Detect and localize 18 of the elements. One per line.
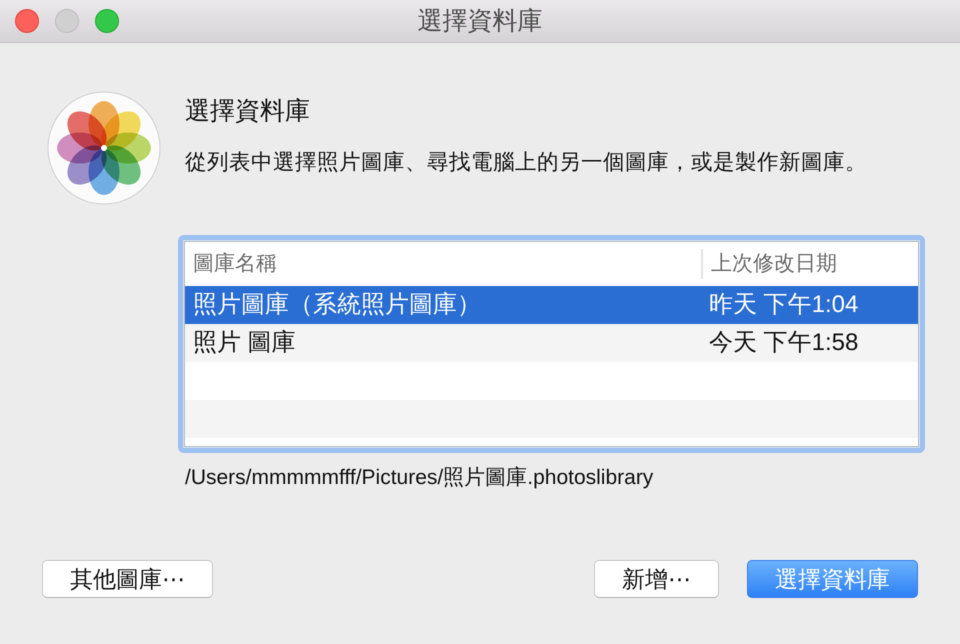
- description-text: 從列表中選擇照片圖庫、尋找電腦上的另一個圖庫，或是製作新圖庫。: [185, 149, 868, 176]
- dialog-heading: 選擇資料庫: [185, 96, 311, 127]
- zoom-button[interactable]: [95, 9, 119, 33]
- date-cell-text: 昨天 下午1:04: [708, 290, 860, 320]
- close-button[interactable]: [15, 9, 39, 33]
- column-header[interactable]: 上次修改日期: [701, 249, 918, 279]
- table-row[interactable]: 照片圖庫（系統照片圖庫） 昨天 下午1:04: [185, 286, 918, 324]
- name-cell-text: 照片 圖庫: [192, 328, 297, 358]
- name-cell-text: 照片圖庫（系統照片圖庫）: [192, 290, 482, 320]
- dialog-button[interactable]: 新增⋯: [594, 560, 719, 598]
- date-cell-text: 今天 下午1:58: [708, 328, 860, 358]
- path-label: /Users/mmmmmfff/Pictures/照片圖庫.photoslibrary: [185, 465, 654, 491]
- library-table[interactable]: 圖庫名稱 上次修改日期 照片圖庫（系統照片圖庫） 昨天 下午1:04 照片 圖庫 今天 下午1:58: [178, 235, 925, 453]
- flower-icon: [47, 91, 161, 205]
- table-row[interactable]: 照片 圖庫 今天 下午1:58: [185, 324, 918, 362]
- column-header[interactable]: 圖庫名稱: [185, 249, 701, 279]
- dialog-button[interactable]: 其他圖庫⋯: [42, 560, 213, 598]
- window-title: 選擇資料庫: [418, 6, 542, 36]
